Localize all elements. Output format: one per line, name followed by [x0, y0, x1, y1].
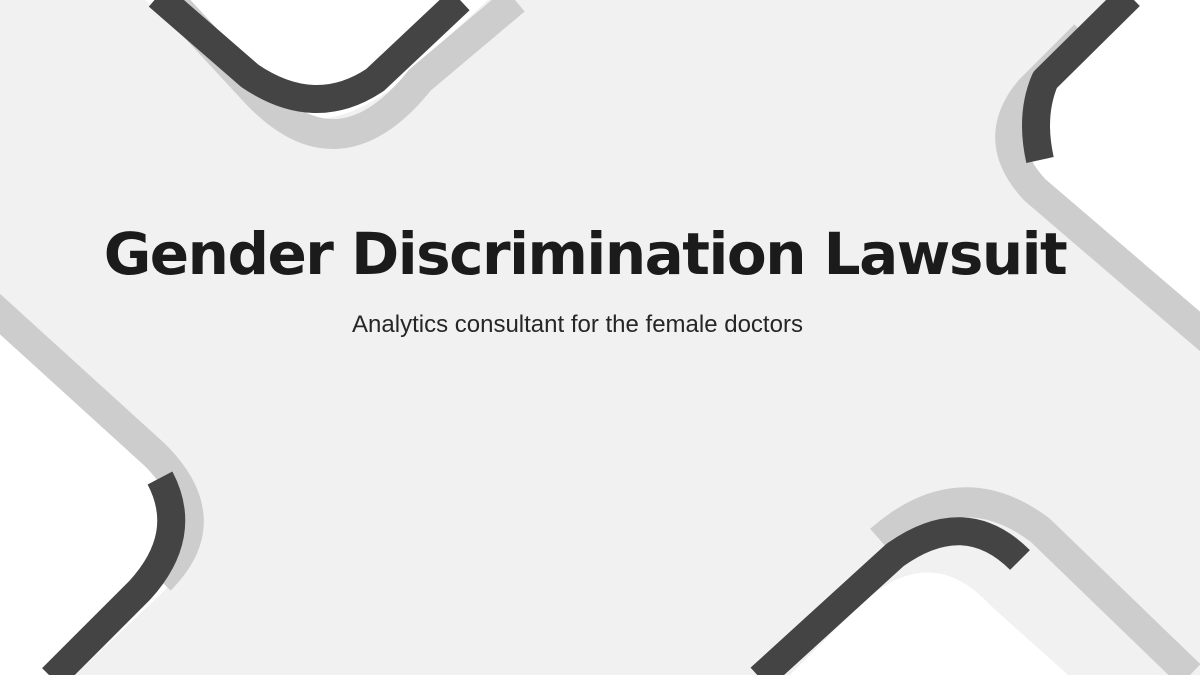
slide: Gender Discrimination Lawsuit Analytics … [0, 0, 1200, 675]
slide-title: Gender Discrimination Lawsuit [103, 220, 1068, 288]
slide-subtitle: Analytics consultant for the female doct… [352, 311, 803, 338]
